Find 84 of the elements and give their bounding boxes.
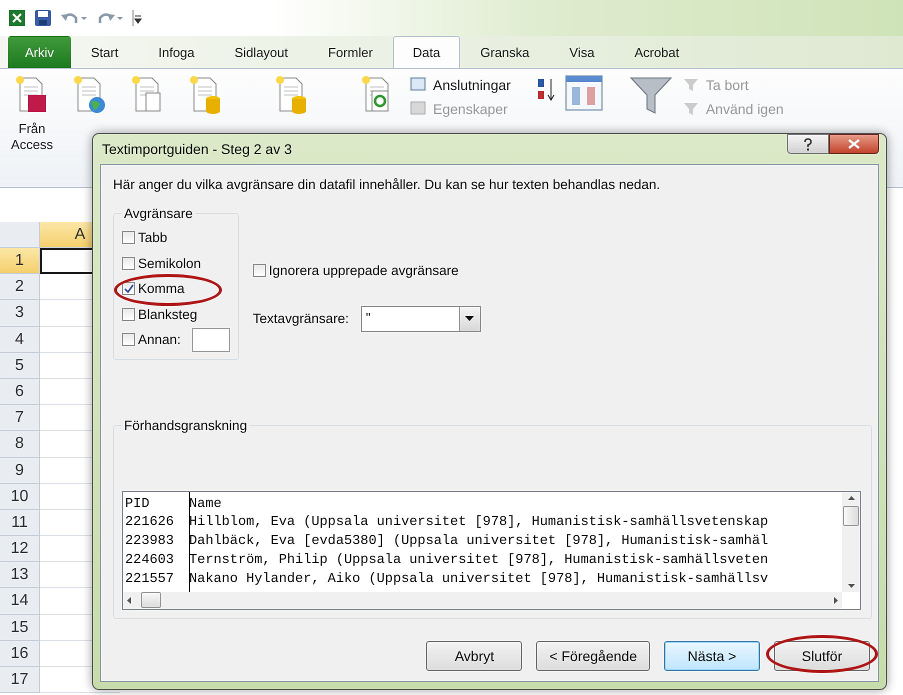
ribbon-tab[interactable]: Formler: [308, 36, 393, 68]
row-header[interactable]: 17: [0, 667, 40, 694]
scroll-left-icon[interactable]: [127, 596, 131, 604]
preview-cell-text: 221626: [124, 514, 175, 532]
save-icon[interactable]: [34, 9, 52, 27]
checkbox[interactable]: [122, 256, 135, 270]
checkbox[interactable]: [122, 308, 135, 321]
other-delimiter-field[interactable]: [192, 328, 230, 352]
checkbox-label[interactable]: Annan:: [138, 332, 181, 348]
ribbon-command[interactable]: Anslutningar: [410, 77, 511, 93]
horizontal-scrollbar[interactable]: [123, 592, 842, 608]
caret-icon: [465, 316, 474, 321]
ribbon-tab[interactable]: Sidlayout: [214, 36, 308, 68]
row-header[interactable]: 7: [0, 405, 40, 432]
ribbon-tab[interactable]: Infoga: [138, 36, 215, 68]
ribbon-tab[interactable]: Visa: [549, 36, 614, 68]
close-button[interactable]: [829, 134, 879, 154]
row-header[interactable]: 16: [0, 640, 40, 667]
preview-cell-text: Ternström, Philip (Uppsala universitet [978], Humanistisk-samhällsveten: [189, 552, 768, 570]
scroll-right-icon[interactable]: [834, 596, 838, 604]
close-icon: [848, 139, 860, 149]
row-header[interactable]: 3: [0, 300, 40, 327]
checkbox-label[interactable]: Komma: [138, 281, 185, 296]
help-button[interactable]: [787, 134, 829, 154]
row-header[interactable]: 8: [0, 431, 40, 458]
checkbox[interactable]: [252, 264, 266, 278]
dialog-button[interactable]: Nästa >: [664, 641, 760, 671]
row-header[interactable]: 12: [0, 536, 40, 562]
checkbox-label[interactable]: Ignorera upprepade avgränsare: [268, 263, 459, 278]
dialog-button[interactable]: Slutför: [774, 641, 870, 671]
group-title: Avgränsare: [123, 206, 194, 221]
row-header[interactable]: 1: [0, 248, 40, 274]
funnel-icon: [682, 101, 701, 117]
sort-dialog-icon[interactable]: [564, 75, 603, 111]
row-header[interactable]: 13: [0, 562, 40, 588]
instruction-text: Här anger du vilka avgränsare din datafil innehåller. Du kan se hur texten behandlas nedan.: [113, 177, 662, 192]
ribbon-tab[interactable]: Acrobat: [614, 36, 700, 68]
spreadsheet-icon[interactable]: [8, 9, 26, 27]
filter-funnel-icon[interactable]: [628, 75, 673, 115]
preview-cell-text: PID: [124, 496, 150, 514]
dialog-button[interactable]: Avbryt: [426, 641, 522, 671]
scrollbar-thumb[interactable]: [141, 592, 161, 608]
window-icon: [410, 101, 428, 117]
preview-cell-text: 221557: [124, 570, 175, 589]
row-header[interactable]: 4: [0, 326, 40, 353]
checkbox-label[interactable]: Semikolon: [138, 256, 202, 271]
ribbon-tab[interactable]: Arkiv: [8, 36, 71, 68]
question-mark-icon: [803, 138, 813, 150]
vertical-scrollbar[interactable]: [842, 492, 860, 592]
button-label[interactable]: Från Access: [7, 121, 57, 153]
document-icon[interactable]: [72, 75, 108, 115]
row-header[interactable]: 14: [0, 588, 40, 615]
ribbon-tab[interactable]: Granska: [460, 36, 550, 68]
dialog-title: Textimportguiden - Steg 2 av 3: [101, 141, 292, 157]
scrollbar-thumb[interactable]: [843, 506, 859, 526]
row-header[interactable]: 5: [0, 352, 40, 379]
checkbox-label[interactable]: Tabb: [138, 230, 168, 246]
row-header[interactable]: 11: [0, 510, 40, 536]
checkbox[interactable]: [122, 282, 135, 296]
row-header[interactable]: 6: [0, 378, 40, 406]
scroll-down-icon[interactable]: [848, 584, 854, 588]
dialog-button[interactable]: < Föregående: [536, 641, 650, 671]
preview-cell-text: Name: [189, 496, 222, 514]
checkbox[interactable]: [122, 333, 135, 346]
customize-toolbar-icon[interactable]: [132, 10, 142, 26]
preview-cell-text: Hillblom, Eva (Uppsala universitet [978], Humanistisk-samhällsvetenskap: [189, 514, 768, 532]
row-header[interactable]: 2: [0, 274, 40, 300]
row-header[interactable]: 9: [0, 458, 40, 484]
checkbox-label[interactable]: Blanksteg: [138, 306, 198, 322]
row-header[interactable]: 15: [0, 614, 40, 641]
preview-cell-text: Nakano Hylander, Aiko (Uppsala universitet [978], Humanistisk-samhällsv: [189, 570, 768, 589]
preview-cell-text: 223983: [124, 533, 175, 552]
checkbox[interactable]: [122, 231, 135, 244]
ribbon-tab[interactable]: Start: [70, 36, 138, 68]
field-label: Textavgränsare:: [252, 311, 349, 326]
text-qualifier-dropdown[interactable]: ": [360, 306, 481, 332]
ribbon-tab[interactable]: Data: [392, 36, 460, 68]
row-header[interactable]: 10: [0, 484, 40, 510]
funnel-icon: [682, 77, 701, 93]
group-title: Förhandsgranskning: [123, 418, 248, 432]
window-icon: [410, 77, 428, 93]
preview-cell-text: Dahlbäck, Eva [evda5380] (Uppsala universitet [978], Humanistisk-samhäl: [189, 533, 768, 552]
preview-cell-text: 224603: [124, 552, 175, 570]
scroll-up-icon[interactable]: [848, 496, 854, 500]
